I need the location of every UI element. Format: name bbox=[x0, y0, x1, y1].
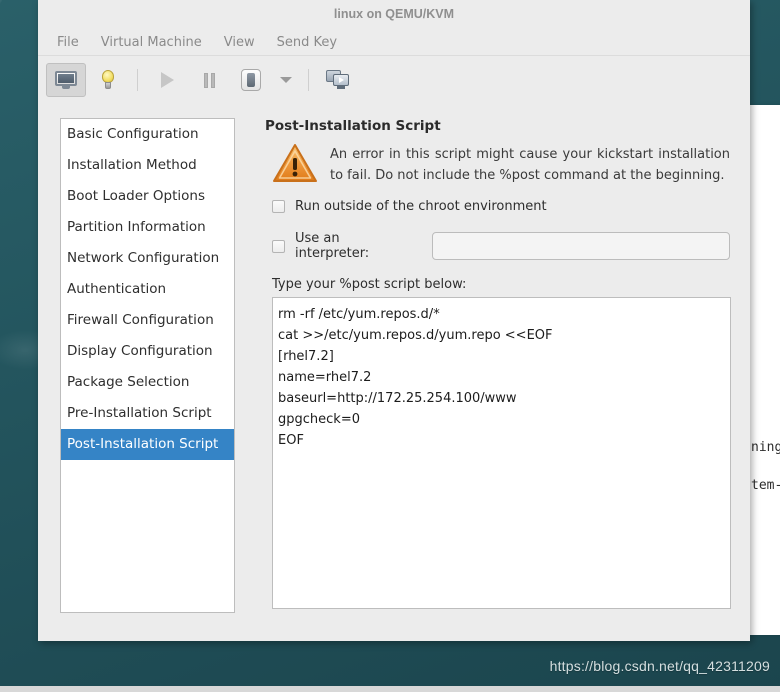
interpreter-checkbox-label: Use an interpreter: bbox=[295, 231, 370, 261]
play-icon bbox=[160, 72, 174, 88]
chevron-down-icon bbox=[280, 77, 292, 83]
background-window-line: tem- bbox=[751, 478, 780, 493]
kickstart-section-list[interactable]: Basic Configuration Installation Method … bbox=[60, 118, 235, 613]
background-window[interactable]: ning tem- bbox=[748, 105, 780, 635]
menu-item-send-key[interactable]: Send Key bbox=[268, 33, 346, 52]
menu-item-view[interactable]: View bbox=[215, 33, 264, 52]
run-button[interactable] bbox=[147, 63, 187, 97]
post-script-textarea[interactable]: rm -rf /etc/yum.repos.d/* cat >>/etc/yum… bbox=[272, 297, 731, 609]
sidebar-item-display-configuration[interactable]: Display Configuration bbox=[61, 336, 234, 367]
sidebar-item-basic-configuration[interactable]: Basic Configuration bbox=[61, 119, 234, 150]
shutdown-menu-button[interactable] bbox=[273, 63, 299, 97]
chroot-checkbox[interactable] bbox=[272, 200, 285, 213]
sidebar-item-firewall-configuration[interactable]: Firewall Configuration bbox=[61, 305, 234, 336]
sidebar-item-pre-installation-script[interactable]: Pre-Installation Script bbox=[61, 398, 234, 429]
sidebar-item-post-installation-script[interactable]: Post-Installation Script bbox=[61, 429, 234, 460]
warning-icon bbox=[272, 142, 318, 184]
script-label: Type your %post script below: bbox=[272, 277, 467, 292]
interpreter-checkbox[interactable] bbox=[272, 239, 285, 253]
interpreter-row[interactable]: Use an interpreter: bbox=[272, 231, 730, 261]
monitor-icon bbox=[55, 71, 77, 89]
interpreter-input[interactable] bbox=[431, 232, 730, 260]
script-line: rm -rf /etc/yum.repos.d/* bbox=[278, 307, 440, 322]
snapshots-button[interactable] bbox=[318, 63, 358, 97]
sidebar-item-installation-method[interactable]: Installation Method bbox=[61, 150, 234, 181]
script-line: cat >>/etc/yum.repos.d/yum.repo <<EOF bbox=[278, 328, 553, 343]
script-line: [rhel7.2] bbox=[278, 349, 334, 364]
post-installation-panel: Post-Installation Script An error in thi… bbox=[263, 118, 731, 609]
kickstart-configurator-dialog[interactable]: Basic Configuration Installation Method … bbox=[60, 118, 731, 626]
sidebar-item-boot-loader-options[interactable]: Boot Loader Options bbox=[61, 181, 234, 212]
sidebar-item-partition-information[interactable]: Partition Information bbox=[61, 212, 234, 243]
script-line: EOF bbox=[278, 433, 304, 448]
menu-item-file[interactable]: File bbox=[48, 33, 88, 52]
window-titlebar[interactable]: linux on QEMU/KVM bbox=[38, 0, 750, 30]
script-line: gpgcheck=0 bbox=[278, 412, 360, 427]
pause-button[interactable] bbox=[189, 63, 229, 97]
virt-manager-window[interactable]: linux on QEMU/KVM File Virtual Machine V… bbox=[38, 0, 750, 641]
panel-title: Post-Installation Script bbox=[265, 118, 441, 134]
warning-text: An error in this script might cause your… bbox=[330, 147, 730, 183]
toolbar[interactable] bbox=[38, 56, 750, 104]
toolbar-separator bbox=[137, 69, 138, 91]
shutdown-button[interactable] bbox=[231, 63, 271, 97]
script-line: baseurl=http://172.25.254.100/www bbox=[278, 391, 517, 406]
screens-icon bbox=[326, 70, 350, 90]
taskbar[interactable] bbox=[0, 686, 780, 692]
chroot-checkbox-row[interactable]: Run outside of the chroot environment bbox=[272, 199, 730, 214]
watermark: https://blog.csdn.net/qq_42311209 bbox=[549, 658, 770, 674]
power-icon bbox=[241, 69, 261, 91]
background-window-line: ning bbox=[751, 440, 780, 455]
menu-item-virtual-machine[interactable]: Virtual Machine bbox=[92, 33, 211, 52]
sidebar-item-package-selection[interactable]: Package Selection bbox=[61, 367, 234, 398]
window-title: linux on QEMU/KVM bbox=[333, 7, 455, 21]
guest-display-area[interactable]: Basic Configuration Installation Method … bbox=[38, 104, 750, 641]
show-console-button[interactable] bbox=[46, 63, 86, 97]
sidebar-item-network-configuration[interactable]: Network Configuration bbox=[61, 243, 234, 274]
pause-icon bbox=[203, 72, 215, 88]
show-details-button[interactable] bbox=[88, 63, 128, 97]
warning-row: An error in this script might cause your… bbox=[272, 142, 730, 186]
menubar[interactable]: File Virtual Machine View Send Key bbox=[38, 30, 750, 56]
script-line: name=rhel7.2 bbox=[278, 370, 372, 385]
toolbar-separator bbox=[308, 69, 309, 91]
sidebar-item-authentication[interactable]: Authentication bbox=[61, 274, 234, 305]
chroot-checkbox-label: Run outside of the chroot environment bbox=[295, 199, 547, 214]
lightbulb-icon bbox=[100, 70, 116, 90]
